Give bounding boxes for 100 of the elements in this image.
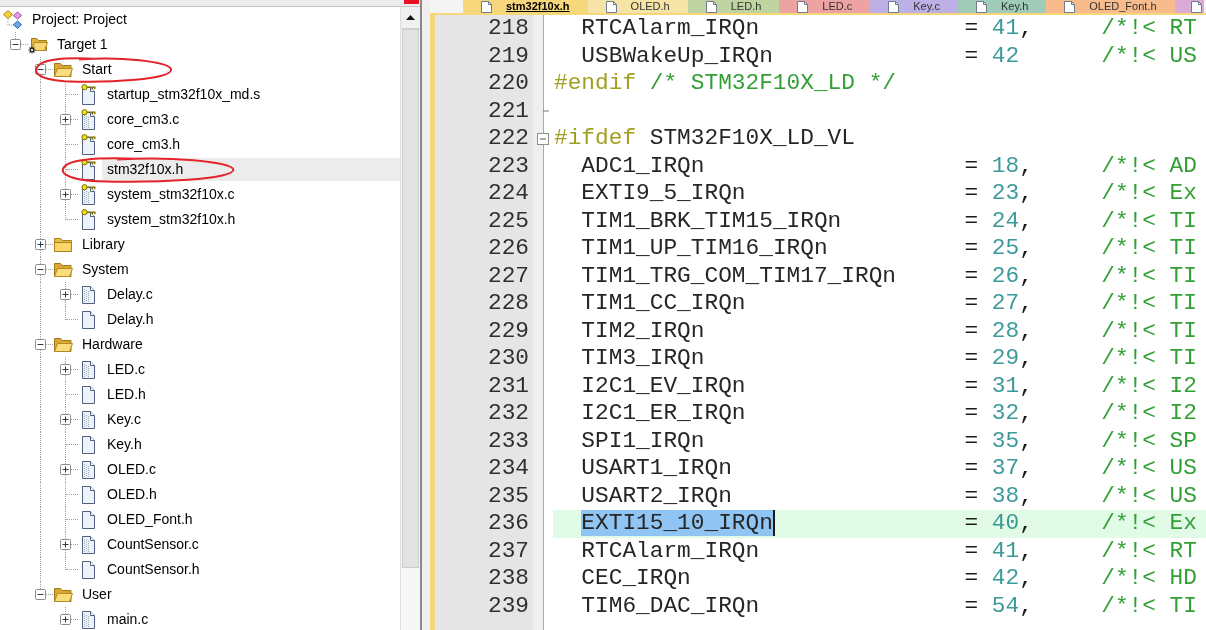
tree-item[interactable]: core_cm3.h xyxy=(102,136,186,153)
tree-item[interactable]: Start xyxy=(77,61,117,78)
tree-item[interactable]: OLED.h xyxy=(102,486,162,503)
line-number: 224 xyxy=(487,180,529,206)
line-number: 235 xyxy=(487,482,529,509)
code-line: ADC1_IRQn = 18, /*!< AD xyxy=(581,152,1197,180)
tree-item[interactable]: Key.c xyxy=(102,411,146,428)
code-editor[interactable] xyxy=(430,13,1206,630)
tree-item[interactable]: CountSensor.h xyxy=(102,561,205,578)
tree-item[interactable]: OLED_Font.h xyxy=(102,511,198,528)
code-line: RTCAlarm_IRQn = 41, /*!< RT xyxy=(581,537,1197,565)
line-number: 236 xyxy=(487,510,529,536)
line-number: 225 xyxy=(487,207,529,234)
editor-tab[interactable] xyxy=(1174,0,1204,13)
collapse-icon[interactable] xyxy=(35,339,46,350)
diamonds-icon xyxy=(3,10,22,29)
code-line: #ifdef STM32F10X_LD_VL xyxy=(554,125,855,153)
scrollbar[interactable] xyxy=(400,7,420,630)
collapse-icon[interactable] xyxy=(10,39,21,50)
editor-tab[interactable]: LED.c xyxy=(779,0,871,13)
expand-icon[interactable] xyxy=(60,189,71,200)
line-number: 231 xyxy=(487,372,529,399)
tree-item[interactable]: startup_stm32f10x_md.s xyxy=(102,86,266,103)
expand-icon[interactable] xyxy=(60,464,71,475)
collapse-icon[interactable] xyxy=(35,264,46,275)
line-number: 227 xyxy=(487,262,529,289)
code-line: RTCAlarm_IRQn = 41, /*!< RT xyxy=(581,15,1197,43)
file-icon xyxy=(605,0,617,13)
line-number: 219 xyxy=(487,42,529,69)
editor-tab[interactable]: OLED.h xyxy=(587,0,688,13)
code-line: TIM1_UP_TIM16_IRQn = 25, /*!< TI xyxy=(581,235,1197,263)
line-number: 220 xyxy=(487,70,529,96)
editor-tab[interactable]: stm32f10x.h xyxy=(463,0,588,13)
tree-item[interactable]: core_cm3.c xyxy=(102,111,185,128)
collapse-icon[interactable] xyxy=(35,64,46,75)
tree-item[interactable]: System xyxy=(77,261,134,278)
tree-item[interactable]: LED.c xyxy=(102,361,151,378)
tree-item[interactable]: Target 1 xyxy=(52,36,113,53)
expand-icon[interactable] xyxy=(60,114,71,125)
tree-item[interactable]: system_stm32f10x.c xyxy=(102,186,240,203)
tree-item[interactable]: main.c xyxy=(102,611,154,628)
line-number: 233 xyxy=(487,427,529,454)
line-number: 230 xyxy=(487,345,529,371)
line-number: 221 xyxy=(487,97,529,124)
code-line: EXTI15_10_IRQn = 40, /*!< Ex xyxy=(581,510,1197,538)
line-number: 239 xyxy=(487,592,529,619)
expand-icon[interactable] xyxy=(60,414,71,425)
code-line: TIM1_BRK_TIM15_IRQn = 24, /*!< TI xyxy=(581,207,1197,235)
line-number: 218 xyxy=(487,15,529,41)
tree-item[interactable]: OLED.c xyxy=(102,461,161,478)
expand-icon[interactable] xyxy=(60,614,71,625)
code-line: USBWakeUp_IRQn = 42 /*!< US xyxy=(581,42,1197,70)
tree-item[interactable]: LED.h xyxy=(102,386,151,403)
file-icon xyxy=(1064,0,1076,13)
line-number: 229 xyxy=(487,317,529,344)
code-line: USART2_IRQn = 38, /*!< US xyxy=(581,482,1197,510)
collapse-icon[interactable] xyxy=(35,589,46,600)
tree-item[interactable]: stm32f10x.h xyxy=(102,158,400,181)
editor-tab[interactable]: LED.h xyxy=(687,0,780,13)
editor-tab[interactable]: Key.h xyxy=(958,0,1047,13)
code-line: SPI1_IRQn = 35, /*!< SP xyxy=(581,427,1197,455)
tree-item[interactable]: User xyxy=(77,586,117,603)
file-icon xyxy=(888,0,900,13)
file-icon xyxy=(976,0,987,13)
folder-icon xyxy=(53,236,73,253)
code-line: TIM1_CC_IRQn = 27, /*!< TI xyxy=(581,290,1197,318)
code-line: I2C1_ER_IRQn = 32, /*!< I2 xyxy=(581,400,1197,428)
open-folder-icon xyxy=(53,61,73,78)
expand-icon[interactable] xyxy=(60,364,71,375)
tree-item[interactable]: Project: Project xyxy=(27,11,132,28)
file-icon xyxy=(797,0,809,13)
line-number: 237 xyxy=(487,537,529,564)
tree-item[interactable]: CountSensor.c xyxy=(102,536,204,553)
tree-item[interactable]: Delay.h xyxy=(102,311,159,328)
open-folder-icon xyxy=(53,586,73,603)
tree-item[interactable]: system_stm32f10x.h xyxy=(102,211,241,228)
line-number: 232 xyxy=(487,400,529,426)
code-line: EXTI9_5_IRQn = 23, /*!< Ex xyxy=(581,180,1197,208)
tree-item[interactable]: Key.h xyxy=(102,436,147,453)
code-line: CEC_IRQn = 42, /*!< HD xyxy=(581,565,1197,593)
tree-item[interactable]: Hardware xyxy=(77,336,148,353)
editor-tab[interactable]: OLED_Font.h xyxy=(1046,0,1175,13)
tree-item[interactable]: Library xyxy=(77,236,130,253)
line-number: 223 xyxy=(487,152,529,179)
folder-gear-icon xyxy=(28,35,48,54)
file-icon xyxy=(705,0,717,13)
tree-item[interactable]: Delay.c xyxy=(102,286,158,303)
file-icon xyxy=(481,0,492,13)
line-number: 222 xyxy=(487,125,529,151)
file-icon xyxy=(1190,0,1202,13)
editor-tab[interactable]: Key.c xyxy=(870,0,958,13)
line-number: 228 xyxy=(487,290,529,316)
code-line: TIM3_IRQn = 29, /*!< TI xyxy=(581,345,1197,373)
expand-icon[interactable] xyxy=(35,239,46,250)
expand-icon[interactable] xyxy=(60,539,71,550)
code-line: TIM2_IRQn = 28, /*!< TI xyxy=(581,317,1197,345)
scrollbar-thumb[interactable] xyxy=(402,29,419,568)
code-line: USART1_IRQn = 37, /*!< US xyxy=(581,455,1197,483)
scroll-up-button[interactable] xyxy=(401,7,420,29)
expand-icon[interactable] xyxy=(60,289,71,300)
